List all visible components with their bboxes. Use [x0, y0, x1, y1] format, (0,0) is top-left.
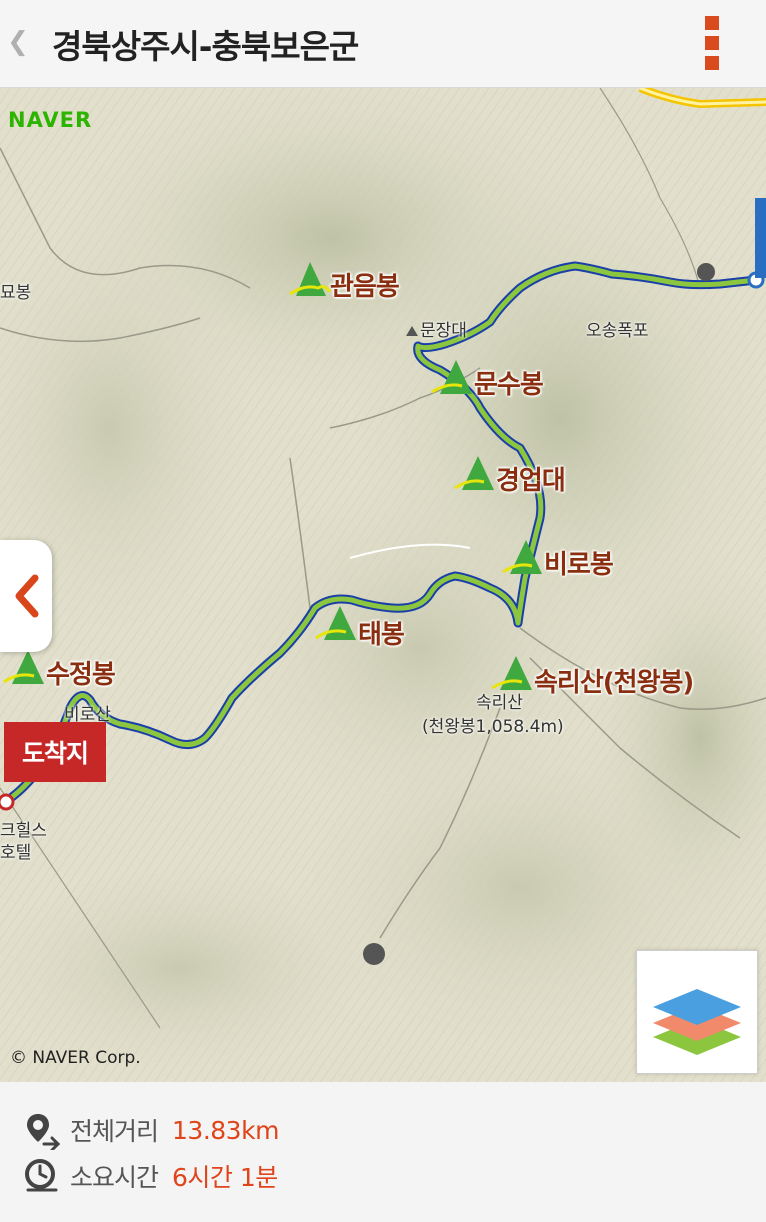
terrain-map: [0, 88, 766, 1082]
peak-label[interactable]: 문수봉: [474, 364, 544, 401]
duration-label: 소요시간: [70, 1163, 159, 1192]
map-layers-button[interactable]: [636, 950, 758, 1074]
map-copyright: © NAVER Corp.: [10, 1048, 141, 1068]
distance-value: 13.83km: [172, 1115, 279, 1145]
kebab-dot: [705, 16, 719, 30]
top-app-bar: ❮ 경북상주시-충북보은군: [0, 0, 766, 88]
place-label: 속리산: [476, 693, 523, 713]
peak-label[interactable]: 수정봉: [46, 654, 116, 691]
kebab-dot: [705, 56, 719, 70]
duration-value: 6시간 1분: [172, 1163, 278, 1192]
clock-icon: [25, 1159, 58, 1192]
place-label: 문장대: [420, 321, 467, 341]
naver-logo: NAVER: [8, 108, 93, 132]
back-button[interactable]: ❮: [0, 14, 36, 70]
peak-label[interactable]: 속리산(천왕봉): [534, 662, 694, 699]
kebab-dot: [705, 36, 719, 50]
place-label: 호텔: [0, 843, 32, 863]
duration-row: 소요시간 6시간 1분: [22, 1154, 278, 1198]
peak-label[interactable]: 태봉: [358, 614, 405, 651]
peak-label[interactable]: 관음봉: [330, 266, 400, 303]
map-pin-icon: [27, 1114, 61, 1150]
distance-row: 전체거리 13.83km: [22, 1108, 279, 1152]
route-summary: 전체거리 13.83km 소요시간 6시간 1분: [0, 1082, 766, 1222]
peak-label[interactable]: 경업대: [496, 460, 566, 497]
layers-icon: [653, 989, 741, 1055]
side-panel-toggle[interactable]: [0, 540, 52, 652]
start-marker[interactable]: [755, 198, 766, 278]
page-title: 경북상주시-충북보은군: [52, 27, 359, 66]
place-label: 묘봉: [0, 283, 32, 303]
map-view[interactable]: NAVER 관음봉 문수봉 경업대 비로봉 태봉 속리산(천왕봉) 수정봉 오송…: [0, 88, 766, 1082]
place-label: 오송폭포: [586, 321, 649, 341]
distance-label: 전체거리: [70, 1117, 159, 1146]
app-root: ❮ 경북상주시-충북보은군 NAVER 관음봉 문수봉 경업대 비로봉 태봉 속…: [0, 0, 766, 1222]
place-label: (천왕봉1,058.4m): [422, 717, 564, 737]
chevron-left-icon: ❮: [7, 27, 29, 57]
arrival-badge[interactable]: 도착지: [4, 722, 106, 782]
chevron-left-icon: [15, 574, 39, 618]
peak-label[interactable]: 비로봉: [544, 544, 614, 581]
more-menu-button[interactable]: [694, 14, 730, 70]
